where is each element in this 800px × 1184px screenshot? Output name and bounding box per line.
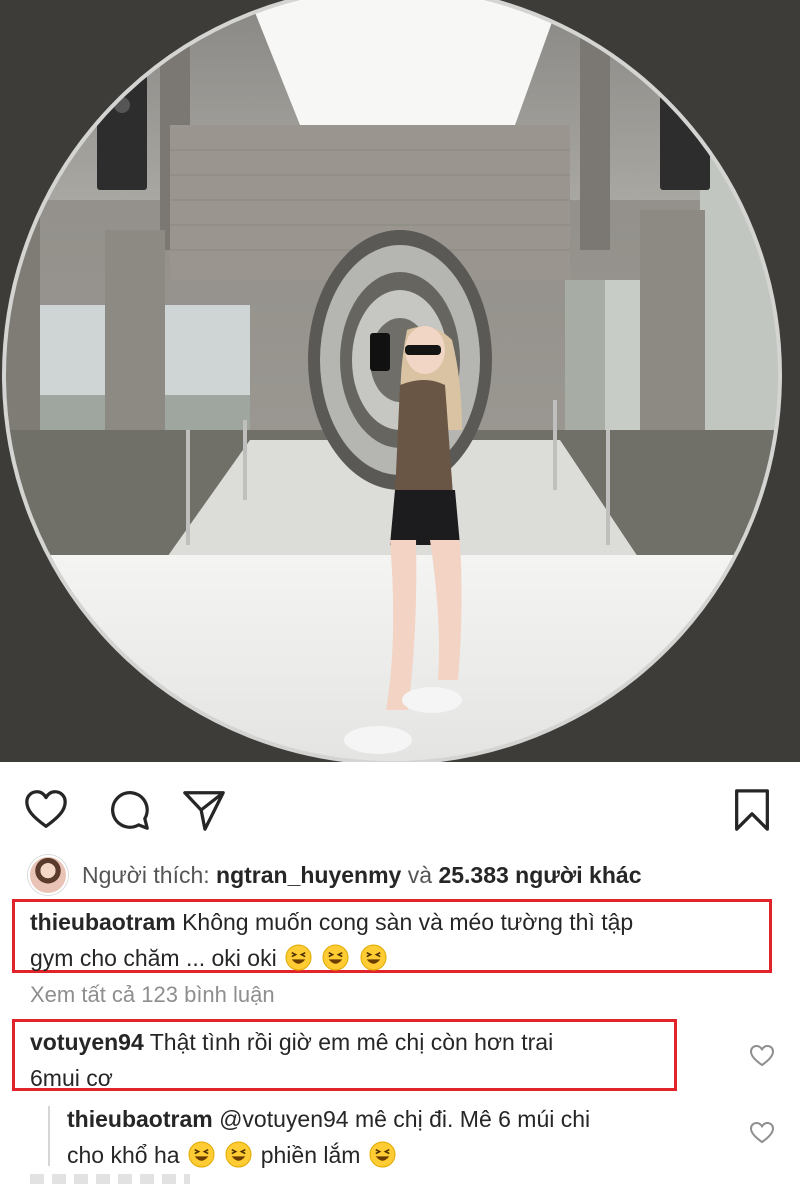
- post-action-bar: [0, 778, 800, 842]
- reply-mention[interactable]: @votuyen94: [219, 1106, 349, 1132]
- comment-bubble-icon: [111, 791, 149, 830]
- grinning-squint-emoji-icon: [360, 944, 387, 971]
- comment-text-line2: 6mui cơ: [30, 1065, 113, 1091]
- reply-thread-line: [48, 1106, 50, 1166]
- grinning-squint-emoji-icon: [225, 1141, 252, 1168]
- likes-count[interactable]: 25.383 người khác: [438, 862, 641, 889]
- likes-prefix: Người thích:: [82, 861, 210, 888]
- likes-summary[interactable]: Người thích: ngtran_huyenmy và 25.383 ng…: [28, 852, 641, 898]
- view-all-comments-link[interactable]: Xem tất cả 123 bình luận: [30, 982, 275, 1008]
- grinning-squint-emoji-icon: [285, 944, 312, 971]
- comment-button[interactable]: [105, 786, 153, 834]
- liker-username[interactable]: ngtran_huyenmy: [216, 862, 401, 889]
- heart-outline-icon: [25, 790, 67, 828]
- comment-username[interactable]: votuyen94: [30, 1029, 144, 1055]
- caption-text-line2: gym cho chăm ... oki oki: [30, 945, 277, 971]
- reply-text-line2b: phiền lắm: [260, 1142, 361, 1168]
- share-button[interactable]: [180, 786, 228, 834]
- like-button[interactable]: [22, 786, 70, 834]
- grinning-squint-emoji-icon: [322, 944, 350, 971]
- reply-text-line2a: cho khổ ha: [67, 1142, 180, 1168]
- comment-like-button[interactable]: [749, 1043, 775, 1069]
- save-button[interactable]: [728, 786, 776, 834]
- caption-username[interactable]: thieubaotram: [30, 909, 176, 935]
- heart-outline-icon: [749, 1121, 775, 1144]
- bookmark-icon: [735, 789, 769, 831]
- comment: votuyen94 Thật tình rồi giờ em mê chị cò…: [30, 1024, 710, 1096]
- cropped-next-line: [30, 1174, 190, 1184]
- post-photo[interactable]: [0, 0, 800, 762]
- reply-like-button[interactable]: [749, 1120, 775, 1146]
- reply-username[interactable]: thieubaotram: [67, 1106, 213, 1132]
- post-photo-illustration: [0, 0, 800, 762]
- grinning-squint-emoji-icon: [188, 1141, 215, 1168]
- post-caption: thieubaotram Không muốn cong sàn và méo …: [30, 904, 780, 976]
- heart-outline-icon: [749, 1044, 775, 1067]
- comment-text-line1: Thật tình rồi giờ em mê chị còn hơn trai: [149, 1029, 554, 1055]
- grinning-squint-emoji-icon: [369, 1141, 396, 1168]
- likes-connector: và: [407, 861, 433, 888]
- paper-plane-icon: [183, 791, 225, 831]
- caption-text-line1: Không muốn cong sàn và méo tường thì tập: [182, 909, 634, 935]
- reply-text-line1: mê chị đi. Mê 6 múi chi: [354, 1106, 591, 1132]
- comment-reply: thieubaotram @votuyen94 mê chị đi. Mê 6 …: [67, 1101, 757, 1173]
- liker-avatar[interactable]: [28, 855, 68, 895]
